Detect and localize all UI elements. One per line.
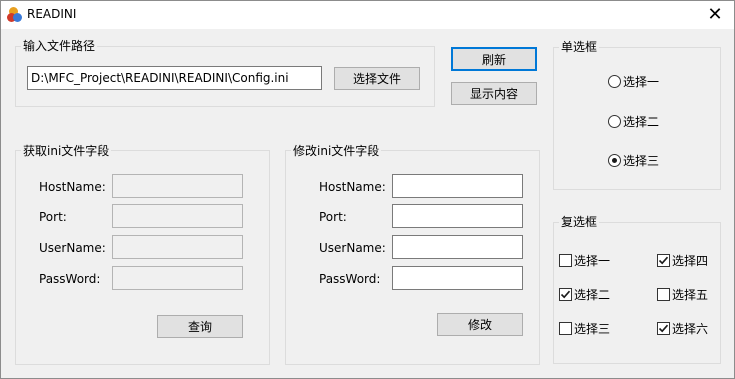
set-password-input[interactable] — [392, 266, 523, 290]
check-icon — [559, 288, 572, 301]
title-bar: READINI ✕ — [1, 1, 734, 29]
set-hostname-label: HostName: — [319, 180, 386, 194]
radio-option-1[interactable]: 选择一 — [608, 73, 659, 90]
checkbox-empty-icon — [559, 322, 572, 335]
select-file-button[interactable]: 选择文件 — [334, 67, 420, 90]
checkbox-option-4[interactable]: 选择四 — [657, 252, 708, 269]
checkbox-empty-icon — [657, 288, 670, 301]
get-fields-group-label: 获取ini文件字段 — [21, 144, 112, 158]
path-input[interactable]: D:\MFC_Project\READINI\READINI\Config.in… — [27, 66, 322, 90]
get-port-label: Port: — [39, 210, 67, 224]
refresh-button[interactable]: 刷新 — [451, 47, 537, 71]
set-password-label: PassWord: — [319, 272, 381, 286]
set-port-label: Port: — [319, 210, 347, 224]
set-username-label: UserName: — [319, 241, 386, 255]
get-password-label: PassWord: — [39, 272, 101, 286]
readini-dialog: READINI ✕ 输入文件路径 D:\MFC_Project\READINI\… — [0, 0, 735, 379]
checkbox-option-label: 选择一 — [574, 254, 611, 268]
set-hostname-input[interactable] — [392, 174, 523, 198]
checkbox-option-1[interactable]: 选择一 — [559, 252, 610, 269]
get-username-field — [112, 235, 243, 259]
checkbox-option-6[interactable]: 选择六 — [657, 320, 708, 337]
checkbox-empty-icon — [559, 254, 572, 267]
radio-circle-selected-icon — [608, 154, 621, 167]
checkbox-option-3[interactable]: 选择三 — [559, 320, 610, 337]
show-content-button[interactable]: 显示内容 — [451, 82, 537, 105]
radio-circle-icon — [608, 115, 621, 128]
checkbox-option-label: 选择四 — [672, 254, 709, 268]
query-button[interactable]: 查询 — [157, 315, 243, 338]
radio-option-label: 选择一 — [623, 75, 660, 89]
radio-option-3[interactable]: 选择三 — [608, 152, 659, 169]
checkbox-group-label: 复选框 — [559, 215, 600, 229]
checkbox-option-label: 选择六 — [672, 322, 709, 336]
checkbox-option-5[interactable]: 选择五 — [657, 286, 708, 303]
radio-option-2[interactable]: 选择二 — [608, 113, 659, 130]
path-group-label: 输入文件路径 — [21, 39, 98, 53]
radio-option-label: 选择二 — [623, 115, 660, 129]
radio-option-label: 选择三 — [623, 154, 660, 168]
radio-circle-icon — [608, 75, 621, 88]
get-hostname-label: HostName: — [39, 180, 106, 194]
radio-group-label: 单选框 — [559, 40, 600, 54]
checkbox-option-2[interactable]: 选择二 — [559, 286, 610, 303]
checkbox-option-label: 选择二 — [574, 288, 611, 302]
set-port-input[interactable] — [392, 204, 523, 228]
checkbox-option-label: 选择三 — [574, 322, 611, 336]
set-username-input[interactable] — [392, 235, 523, 259]
check-icon — [657, 254, 670, 267]
get-hostname-field — [112, 174, 243, 198]
app-icon — [7, 7, 23, 23]
check-icon — [657, 322, 670, 335]
close-button[interactable]: ✕ — [700, 2, 730, 28]
get-username-label: UserName: — [39, 241, 106, 255]
close-icon: ✕ — [707, 4, 723, 25]
modify-button[interactable]: 修改 — [437, 313, 523, 336]
set-fields-group-label: 修改ini文件字段 — [291, 144, 382, 158]
get-port-field — [112, 204, 243, 228]
get-password-field — [112, 266, 243, 290]
window-title: READINI — [27, 7, 77, 21]
checkbox-option-label: 选择五 — [672, 288, 709, 302]
